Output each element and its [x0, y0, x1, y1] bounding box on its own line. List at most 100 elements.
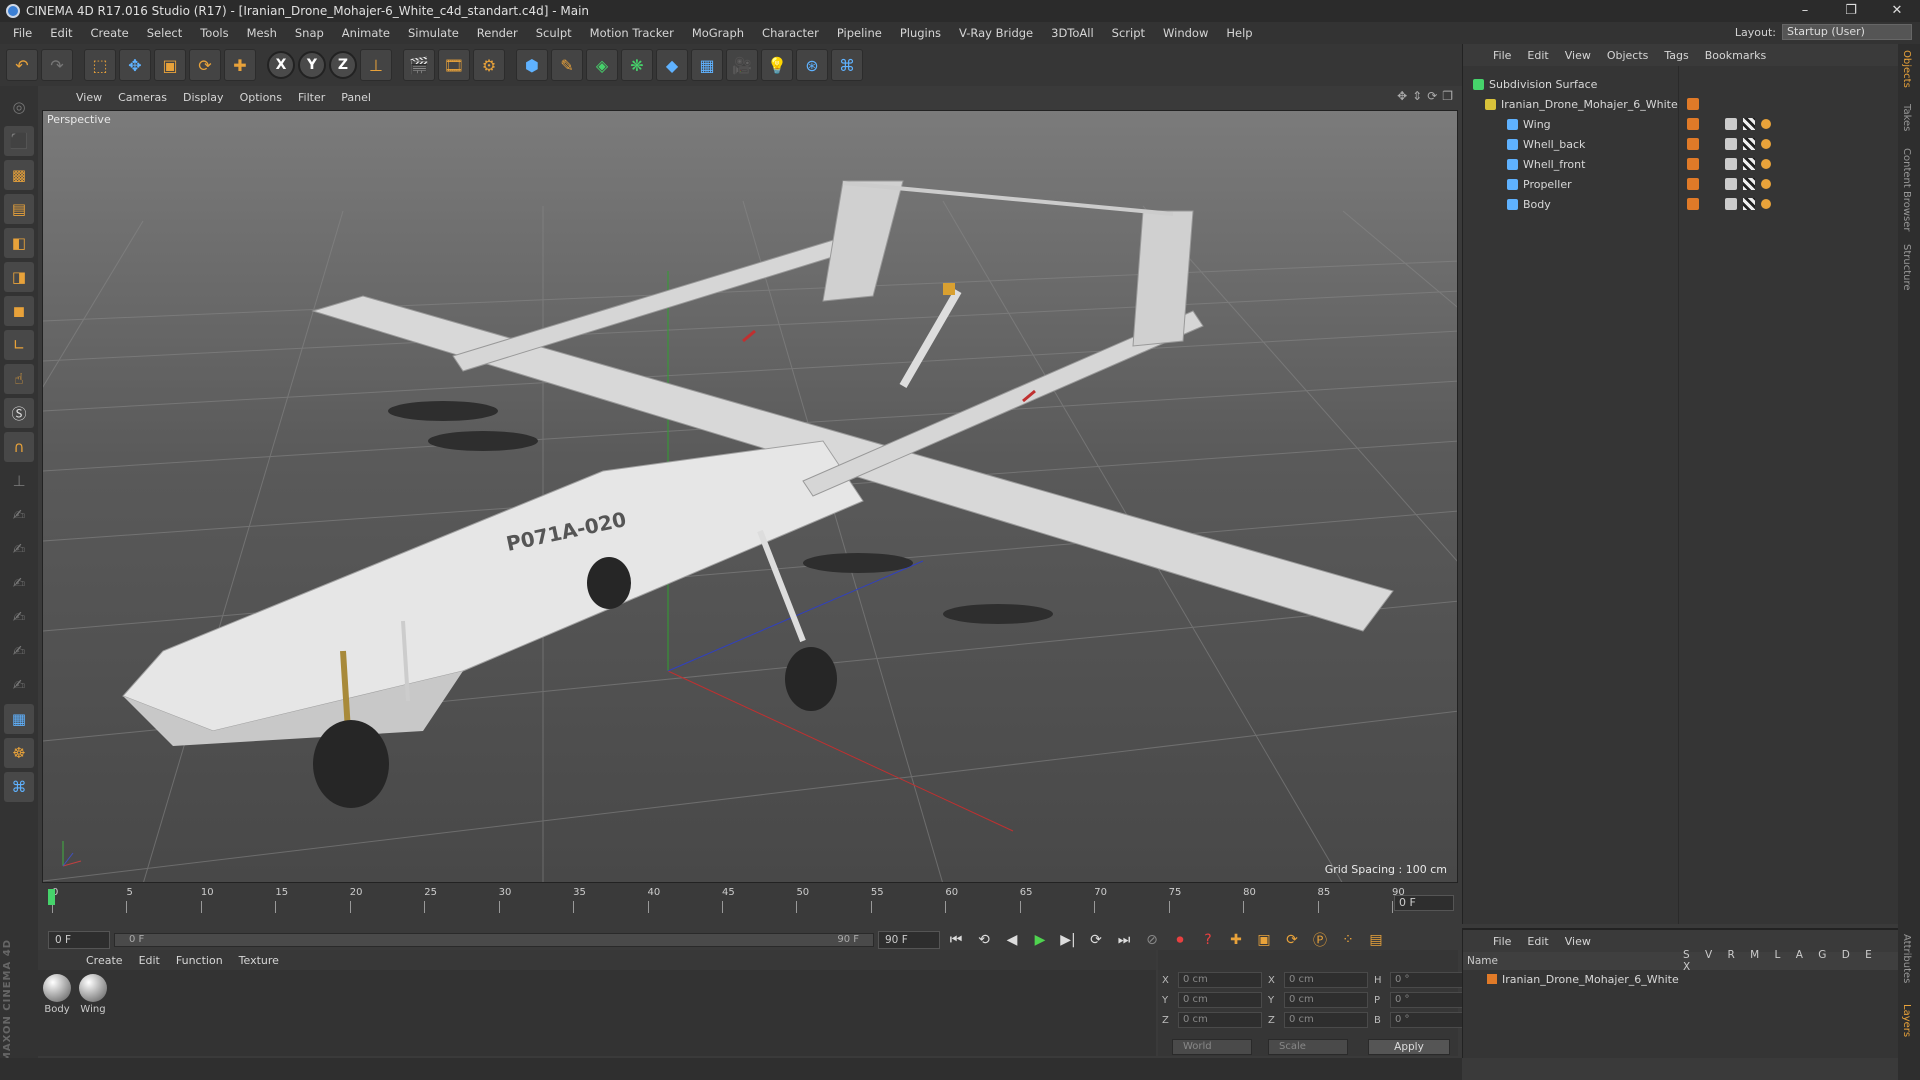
redo-icon[interactable]: ↷	[41, 49, 73, 81]
autokey-icon[interactable]: ?	[1196, 928, 1220, 952]
tab-structure[interactable]: Structure	[1901, 244, 1912, 291]
material-tag-icon[interactable]	[1725, 178, 1737, 190]
phong-tag-icon[interactable]	[1761, 139, 1771, 149]
layer-menu-view[interactable]: View	[1557, 935, 1599, 948]
live-selection-icon[interactable]: ⬚	[84, 49, 116, 81]
viewport-menu-panel[interactable]: Panel	[333, 91, 379, 104]
brush-icon-2[interactable]: ✍	[4, 534, 34, 564]
rotate-icon[interactable]: ⟳	[189, 49, 221, 81]
menu-render[interactable]: Render	[468, 26, 527, 40]
coordinate-system-icon[interactable]: ⊥	[360, 49, 392, 81]
workplane-icon[interactable]: ▤	[4, 194, 34, 224]
brush-icon-5[interactable]: ✍	[4, 636, 34, 666]
menu-sculpt[interactable]: Sculpt	[527, 26, 581, 40]
position-x-field[interactable]: 0 cm	[1178, 972, 1262, 988]
frame-range-slider[interactable]: 0 F 90 F	[114, 933, 874, 947]
object-row[interactable]: Whell_front	[1463, 154, 1899, 174]
tab-takes[interactable]: Takes	[1901, 104, 1912, 131]
maximize-button[interactable]: ❐	[1828, 0, 1874, 22]
material-menu-function[interactable]: Function	[168, 954, 231, 967]
material-tag-icon[interactable]	[1725, 118, 1737, 130]
move-tool-icon[interactable]: ✚	[224, 49, 256, 81]
tweak-mode-icon[interactable]: ☝	[4, 364, 34, 394]
minimize-button[interactable]: –	[1782, 0, 1828, 22]
texture-tag-icon[interactable]	[1743, 178, 1755, 190]
object-row[interactable]: Subdivision Surface	[1463, 74, 1899, 94]
menu-tools[interactable]: Tools	[191, 26, 237, 40]
menu-edit[interactable]: Edit	[41, 26, 81, 40]
texture-tag-icon[interactable]	[1743, 158, 1755, 170]
array-icon[interactable]: ❋	[621, 49, 653, 81]
brush-icon-6[interactable]: ✍	[4, 670, 34, 700]
z-axis-icon[interactable]: Z	[329, 51, 357, 79]
viewport-menu-filter[interactable]: Filter	[290, 91, 333, 104]
select-model-icon[interactable]: ◎	[4, 92, 34, 122]
end-frame-field[interactable]: 90 F	[878, 931, 940, 949]
menu-motion-tracker[interactable]: Motion Tracker	[581, 26, 683, 40]
timeline-window-icon[interactable]: ▤	[1364, 928, 1388, 952]
material-tag-icon[interactable]	[1725, 138, 1737, 150]
go-to-start-icon[interactable]: ⏮	[944, 928, 968, 952]
viewport-menu-view[interactable]: View	[68, 91, 110, 104]
material-tag-icon[interactable]	[1725, 158, 1737, 170]
material-menu-create[interactable]: Create	[78, 954, 131, 967]
3d-viewport[interactable]: P071A-020 Perspective Grid Spacing : 100…	[42, 110, 1458, 883]
menu-script[interactable]: Script	[1103, 26, 1154, 40]
key-parameter-icon[interactable]: Ⓟ	[1308, 928, 1332, 952]
menu-mesh[interactable]: Mesh	[238, 26, 286, 40]
menu-mograph[interactable]: MoGraph	[683, 26, 753, 40]
previous-key-icon[interactable]: ⟲	[972, 928, 996, 952]
apply-button[interactable]: Apply	[1368, 1039, 1450, 1055]
menu-window[interactable]: Window	[1154, 26, 1217, 40]
floor-icon[interactable]: ▦	[691, 49, 723, 81]
viewport-nav-icons[interactable]: ✥⇕⟳❐	[1397, 89, 1458, 103]
move-icon[interactable]: ✥	[119, 49, 151, 81]
layer-color-tag[interactable]	[1687, 98, 1699, 110]
render-view-icon[interactable]: 🎬	[403, 49, 435, 81]
viewport-menu-display[interactable]: Display	[175, 91, 232, 104]
drone-model[interactable]: P071A-020	[122, 180, 1394, 808]
go-to-end-icon[interactable]: ⏭	[1112, 928, 1136, 952]
tab-layers[interactable]: Layers	[1901, 1004, 1912, 1037]
obj-menu-bookmarks[interactable]: Bookmarks	[1697, 49, 1774, 62]
coord-transform-dropdown[interactable]: Scale	[1268, 1039, 1348, 1055]
scale-icon[interactable]: ▣	[154, 49, 186, 81]
menu-select[interactable]: Select	[138, 26, 191, 40]
python-icon[interactable]: ⌘	[831, 49, 863, 81]
menu-simulate[interactable]: Simulate	[399, 26, 468, 40]
key-pla-icon[interactable]: ⁘	[1336, 928, 1360, 952]
key-rotation-icon[interactable]: ⟳	[1280, 928, 1304, 952]
size-y-field[interactable]: 0 cm	[1284, 992, 1368, 1008]
object-row[interactable]: Whell_back	[1463, 134, 1899, 154]
y-axis-icon[interactable]: Y	[298, 51, 326, 79]
spline-pen-icon[interactable]: ✎	[551, 49, 583, 81]
layer-menu-edit[interactable]: Edit	[1519, 935, 1556, 948]
next-frame-icon[interactable]: ▶|	[1056, 928, 1080, 952]
undo-icon[interactable]: ↶	[6, 49, 38, 81]
start-frame-field[interactable]: 0 F	[48, 931, 110, 949]
material-menu-edit[interactable]: Edit	[131, 954, 168, 967]
python-script-icon[interactable]: ⌘	[4, 772, 34, 802]
layer-color-tag[interactable]	[1687, 178, 1699, 190]
layer-menu-file[interactable]: File	[1485, 935, 1519, 948]
menu-snap[interactable]: Snap	[286, 26, 333, 40]
menu-file[interactable]: File	[4, 26, 41, 40]
object-row[interactable]: Iranian_Drone_Mohajer_6_White	[1463, 94, 1899, 114]
object-row[interactable]: Body	[1463, 194, 1899, 214]
size-x-field[interactable]: 0 cm	[1284, 972, 1368, 988]
menu-help[interactable]: Help	[1217, 26, 1261, 40]
material-wing[interactable]: Wing	[78, 974, 108, 1052]
brush-icon-4[interactable]: ✍	[4, 602, 34, 632]
key-position-icon[interactable]: ✚	[1224, 928, 1248, 952]
loop-icon[interactable]: ⟳	[1084, 928, 1108, 952]
axis-mode-icon[interactable]: ∟	[4, 330, 34, 360]
current-frame-field[interactable]: 0 F	[1394, 895, 1454, 911]
light-icon[interactable]: 💡	[761, 49, 793, 81]
grid-icon[interactable]: ▦	[4, 704, 34, 734]
viewport-menu-cameras[interactable]: Cameras	[110, 91, 175, 104]
texture-mode-icon[interactable]: ▩	[4, 160, 34, 190]
texture-tag-icon[interactable]	[1743, 138, 1755, 150]
menu-animate[interactable]: Animate	[333, 26, 399, 40]
camera-icon[interactable]: 🎥	[726, 49, 758, 81]
menu-vray-bridge[interactable]: V-Ray Bridge	[950, 26, 1042, 40]
